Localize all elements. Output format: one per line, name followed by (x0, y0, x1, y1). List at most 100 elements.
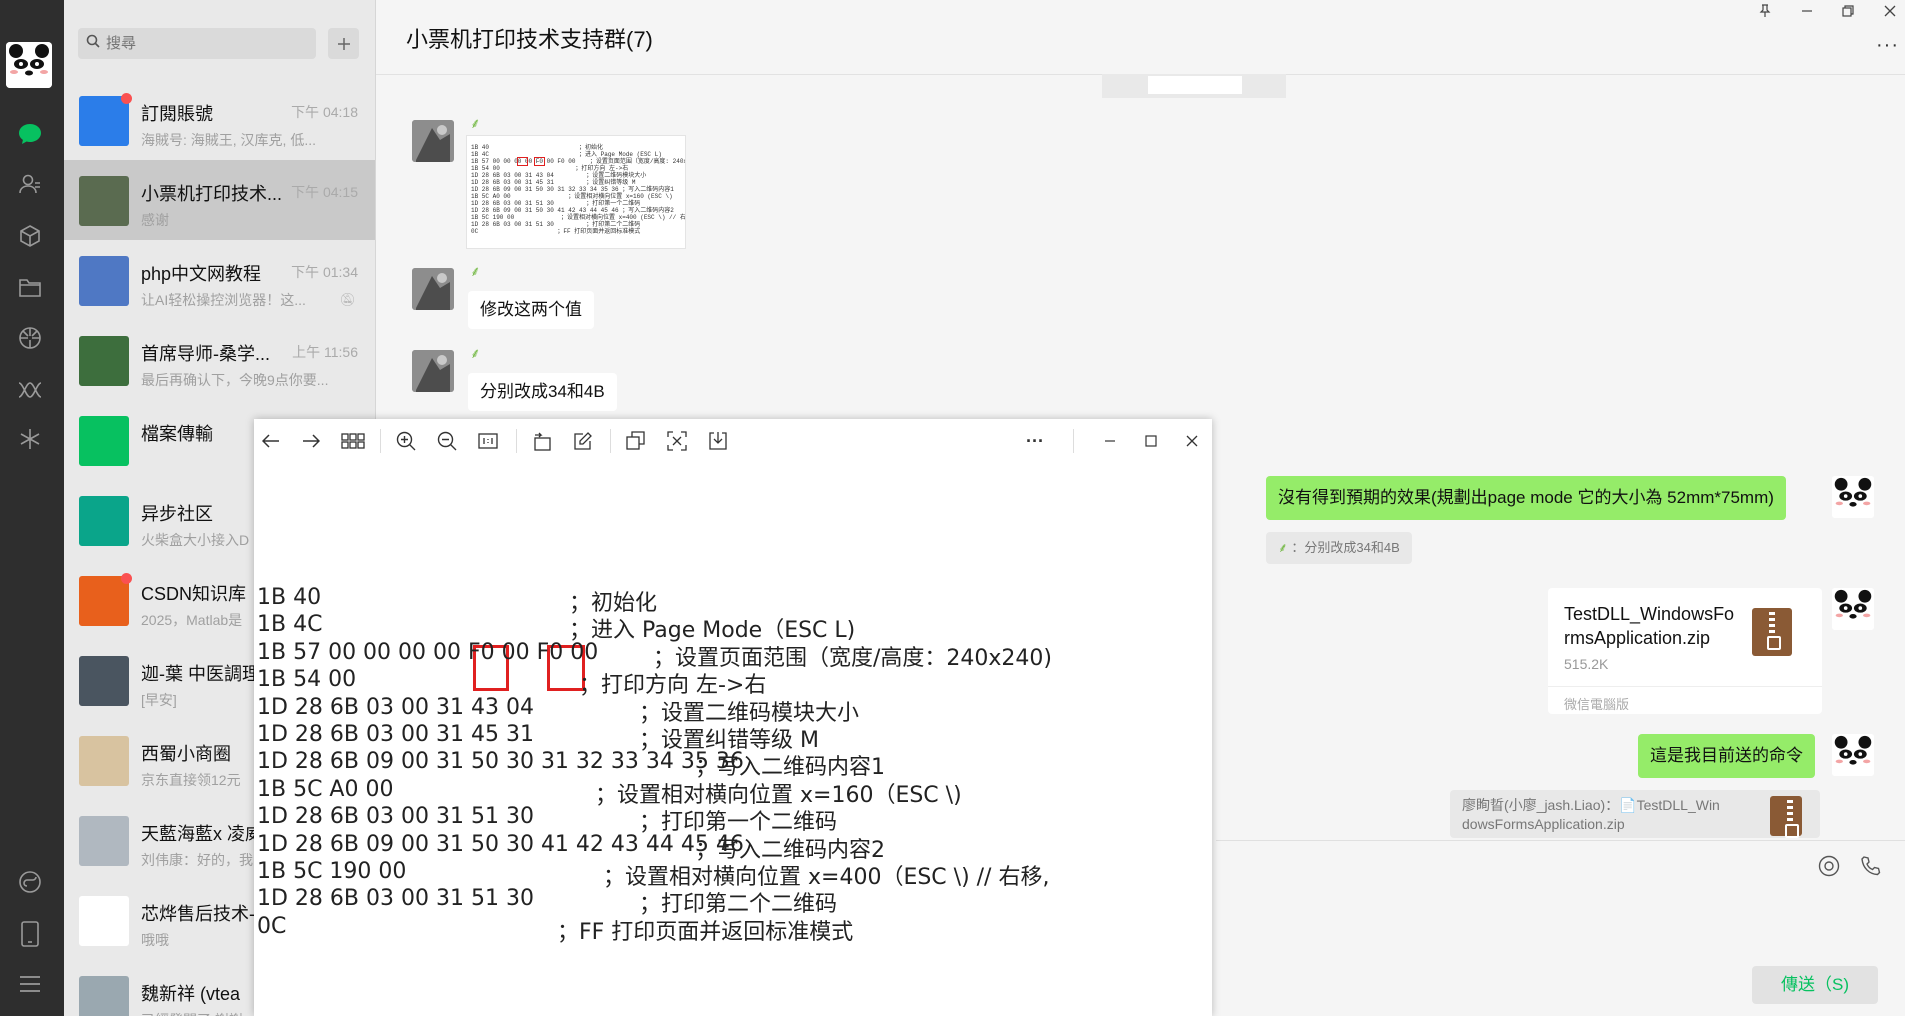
quote-text: ：分别改成34和4B (1291, 540, 1400, 555)
zip-file-icon (1770, 796, 1802, 838)
contacts-icon[interactable] (16, 170, 44, 198)
file-message[interactable]: TestDLL_WindowsFo rmsApplication.zip 515.… (1548, 588, 1822, 714)
pin-icon[interactable] (1750, 4, 1780, 22)
chat-list-item[interactable]: php中文网教程 下午 01:34 让AI轻松操控浏览器！这... 🔕︎ (64, 240, 375, 320)
chat-avatar (79, 736, 129, 786)
toolbar-divider (516, 429, 517, 453)
hex-command: 0C (257, 913, 287, 939)
download-icon[interactable] (705, 428, 731, 454)
search-input[interactable] (106, 35, 296, 52)
phone-icon[interactable] (16, 920, 44, 948)
copy-icon[interactable] (623, 428, 649, 454)
close-icon[interactable] (1875, 4, 1905, 21)
sender-avatar[interactable] (412, 350, 454, 392)
chat-list-item[interactable]: 首席导师-桑学... 上午 11:56 最后再确认下，今晚9点你要... (64, 320, 375, 400)
chat-avatar (79, 96, 129, 146)
zoom-in-icon[interactable] (393, 428, 419, 454)
chat-name: php中文网教程 (141, 264, 262, 284)
chat-list-item[interactable]: 訂閱賬號 下午 04:18 海賊号: 海賊王, 汉库克, 低... (64, 80, 375, 160)
zoom-out-icon[interactable] (434, 428, 460, 454)
menu-icon[interactable] (16, 970, 44, 998)
favorites-icon[interactable] (16, 222, 44, 250)
unread-dot (121, 93, 132, 104)
leaf-icon: ⸙ (1278, 540, 1292, 555)
my-avatar[interactable] (6, 42, 52, 88)
folder-icon[interactable] (16, 273, 44, 301)
toolbar-divider (610, 429, 611, 453)
search-icon (86, 34, 100, 53)
chat-preview: 海賊号: 海賊王, 汉库克, 低... (141, 132, 317, 148)
chat-preview: 感谢 (141, 212, 169, 228)
file-size: 515.2K (1564, 656, 1609, 672)
image-message-partial[interactable] (1102, 74, 1286, 98)
my-message-bubble[interactable]: 這是我目前送的命令 (1638, 734, 1815, 778)
chat-avatar (79, 416, 129, 466)
grid-icon[interactable] (340, 428, 366, 454)
emoji-icon[interactable] (1816, 855, 1842, 881)
toolbar-divider (1073, 429, 1074, 453)
hex-command: 1B 5C 190 00 (257, 859, 407, 884)
minimize-icon[interactable] (1792, 4, 1822, 21)
chat-name: 訂閱賬號 (141, 104, 213, 124)
search-box[interactable] (78, 28, 316, 59)
more-options-icon[interactable]: ··· (1876, 34, 1899, 57)
more-icon[interactable]: ··· (1022, 428, 1048, 454)
chat-avatar (79, 576, 129, 626)
nav-rail (0, 0, 64, 1016)
chats-icon[interactable] (16, 120, 44, 148)
quoted-file-message[interactable]: 廖眴晢(小廖_jash.Liao)：📄TestDLL_Win dowsForms… (1450, 790, 1820, 838)
mini-programs-icon[interactable] (16, 425, 44, 453)
send-button[interactable]: 傳送（S) (1752, 966, 1878, 1004)
leaf-icon: ⸙ (470, 115, 481, 131)
quote-line: 廖眴晢(小廖_jash.Liao)：📄TestDLL_Win (1462, 797, 1720, 813)
mini-program-panel-icon[interactable] (16, 868, 44, 896)
toolbar-divider (380, 429, 381, 453)
file-name: TestDLL_WindowsFo rmsApplication.zip (1564, 604, 1735, 648)
chat-list-item[interactable]: 小票机打印技术... 下午 04:15 感谢 (64, 160, 375, 240)
chat-avatar (79, 176, 129, 226)
chat-avatar (79, 656, 129, 706)
maximize-icon[interactable] (1138, 428, 1164, 454)
close-icon[interactable] (1179, 428, 1205, 454)
my-avatar-small[interactable] (1832, 476, 1874, 518)
add-button[interactable] (328, 28, 359, 59)
edit-icon[interactable] (570, 428, 596, 454)
quoted-message[interactable]: ⸙ ：分别改成34和4B (1266, 532, 1412, 564)
unread-dot (121, 573, 132, 584)
call-icon[interactable] (1858, 855, 1884, 881)
restore-icon[interactable] (1833, 4, 1863, 21)
image-message[interactable]: 1B 40 ；初始化 1B 4C ；进入 Page Mode (ESC L) 1… (466, 135, 686, 249)
input-divider (1216, 840, 1905, 841)
minimize-icon[interactable] (1097, 428, 1123, 454)
zip-file-icon (1752, 608, 1792, 656)
moments-icon[interactable] (16, 324, 44, 352)
chat-name: 首席导师-桑学... (141, 344, 270, 364)
file-source: 微信電腦版 (1564, 697, 1630, 712)
my-avatar-small[interactable] (1832, 734, 1874, 776)
sender-avatar[interactable] (412, 268, 454, 310)
chat-preview: 让AI轻松操控浏览器！这... (141, 292, 306, 308)
message-bubble[interactable]: 修改这两个值 (468, 291, 594, 329)
quote-line: dowsFormsApplication.zip (1462, 816, 1625, 832)
message-bubble[interactable]: 分别改成34和4B (468, 373, 617, 411)
channels-icon[interactable] (16, 376, 44, 404)
mute-icon: 🔕︎ (339, 292, 356, 307)
chat-time: 下午 01:34 (291, 264, 358, 280)
back-arrow-icon[interactable] (258, 428, 284, 454)
hex-command: 1D 28 6B 03 00 31 51 30 (257, 886, 534, 912)
leaf-icon: ⸙ (470, 263, 481, 279)
my-avatar-small[interactable] (1832, 588, 1874, 630)
actual-size-icon[interactable] (475, 428, 501, 454)
forward-arrow-icon[interactable] (298, 428, 324, 454)
hex-command: 1B 5C A0 00 (257, 776, 394, 802)
scan-icon[interactable] (664, 428, 690, 454)
rotate-icon[interactable] (529, 428, 555, 454)
hex-command: 1D 28 6B 09 00 31 50 30 41 42 43 44 45 4… (257, 831, 744, 857)
my-message-bubble[interactable]: 沒有得到預期的效果(規劃出page mode 它的大小為 52mm*75mm) (1266, 476, 1786, 520)
chat-time: 上午 11:56 (292, 344, 358, 360)
sender-avatar[interactable] (412, 120, 454, 162)
hex-command: 1D 28 6B 03 00 31 45 31 (257, 722, 534, 747)
hex-command: 1B 4C (257, 612, 323, 638)
chat-avatar (79, 336, 129, 386)
code-comment: ；FF 打印页面并返回标准模式 (557, 919, 854, 945)
